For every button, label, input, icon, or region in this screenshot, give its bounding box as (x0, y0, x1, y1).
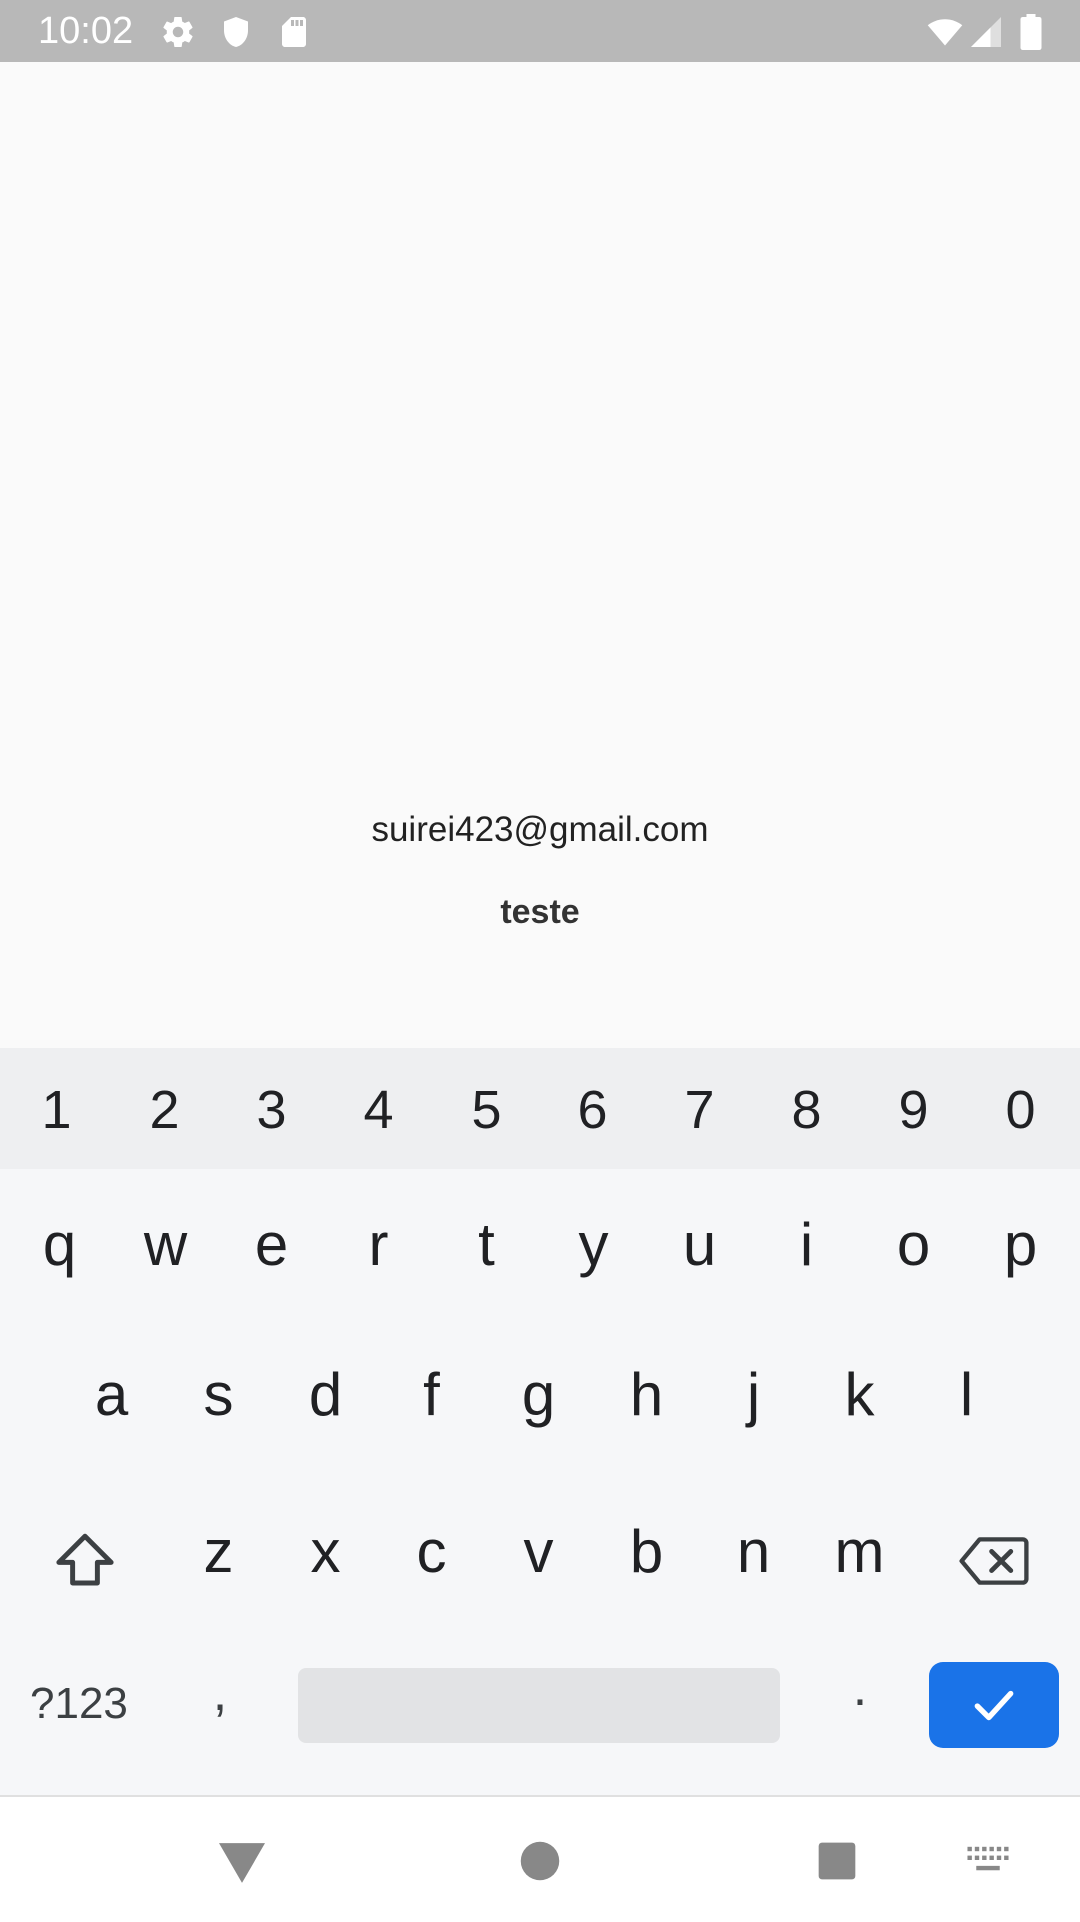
recents-icon[interactable] (817, 1841, 857, 1881)
key-f[interactable]: f (378, 1360, 485, 1430)
key-1[interactable]: 1 (3, 1078, 110, 1142)
key-3[interactable]: 3 (218, 1078, 325, 1142)
key-o[interactable]: o (860, 1210, 967, 1280)
key-4[interactable]: 4 (325, 1078, 432, 1142)
key-b[interactable]: b (593, 1517, 700, 1587)
key-9[interactable]: 9 (860, 1078, 967, 1142)
key-h[interactable]: h (593, 1360, 700, 1430)
key-j[interactable]: j (700, 1360, 807, 1430)
key-e[interactable]: e (218, 1210, 325, 1280)
wifi-icon (927, 19, 963, 46)
enter-key[interactable] (929, 1662, 1059, 1748)
period-key[interactable]: . (840, 1658, 880, 1718)
user-name: teste (500, 893, 580, 931)
backspace-icon[interactable] (958, 1532, 1030, 1590)
keyboard-switch-icon[interactable] (966, 1845, 1010, 1875)
key-0[interactable]: 0 (967, 1078, 1074, 1142)
key-2[interactable]: 2 (111, 1078, 218, 1142)
sd-card-icon (282, 17, 306, 47)
home-icon[interactable] (519, 1840, 561, 1882)
shift-icon[interactable] (52, 1528, 118, 1594)
key-m[interactable]: m (806, 1517, 913, 1587)
key-y[interactable]: y (540, 1210, 647, 1280)
battery-icon (1020, 14, 1042, 50)
key-z[interactable]: z (165, 1517, 272, 1587)
key-p[interactable]: p (967, 1210, 1074, 1280)
key-x[interactable]: x (272, 1517, 379, 1587)
key-t[interactable]: t (433, 1210, 540, 1280)
status-time: 10:02 (38, 10, 134, 52)
number-row: 1 2 3 4 5 6 7 8 9 0 (0, 1048, 1080, 1169)
space-key[interactable] (298, 1668, 780, 1743)
key-l[interactable]: l (913, 1360, 1020, 1430)
key-r[interactable]: r (325, 1210, 432, 1280)
back-icon[interactable] (216, 1839, 268, 1885)
key-6[interactable]: 6 (539, 1078, 646, 1142)
symbols-key[interactable]: ?123 (30, 1679, 128, 1729)
key-v[interactable]: v (485, 1517, 592, 1587)
key-7[interactable]: 7 (646, 1078, 753, 1142)
key-c[interactable]: c (378, 1517, 485, 1587)
key-u[interactable]: u (646, 1210, 753, 1280)
key-5[interactable]: 5 (433, 1078, 540, 1142)
shield-icon (224, 17, 248, 47)
key-a[interactable]: a (58, 1360, 165, 1430)
comma-key[interactable]: , (200, 1663, 240, 1723)
key-q[interactable]: q (6, 1210, 113, 1280)
status-bar: 10:02 (0, 0, 1080, 62)
key-g[interactable]: g (485, 1360, 592, 1430)
soft-keyboard: 1 2 3 4 5 6 7 8 9 0 q w e r t y u i o p … (0, 1048, 1080, 1795)
key-w[interactable]: w (112, 1210, 219, 1280)
navigation-bar (0, 1795, 1080, 1922)
key-d[interactable]: d (272, 1360, 379, 1430)
gear-icon (163, 17, 193, 48)
key-s[interactable]: s (165, 1360, 272, 1430)
user-email: suirei423@gmail.com (371, 810, 709, 849)
key-8[interactable]: 8 (753, 1078, 860, 1142)
check-icon (974, 1690, 1014, 1721)
key-n[interactable]: n (700, 1517, 807, 1587)
key-i[interactable]: i (753, 1210, 860, 1280)
key-k[interactable]: k (806, 1360, 913, 1430)
signal-icon (971, 17, 1001, 47)
